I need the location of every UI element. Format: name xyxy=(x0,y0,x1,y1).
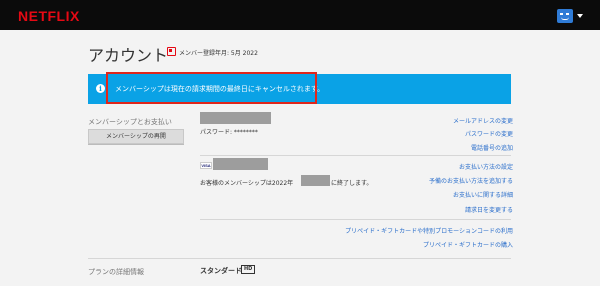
payment-details-link[interactable]: お支払いに関する詳細 xyxy=(453,190,513,199)
restart-membership-button[interactable]: メンバーシップの再開 xyxy=(88,129,184,144)
membership-end-before: お客様のメンバーシップは2022年 xyxy=(200,180,294,187)
add-phone-link[interactable]: 電話番号の追加 xyxy=(471,143,513,152)
profile-avatar-icon[interactable] xyxy=(557,9,573,23)
member-since-text: メンバー登録年月: 5月 2022 xyxy=(179,50,258,57)
info-icon: i xyxy=(96,84,105,93)
card-number-redacted xyxy=(213,158,268,170)
netflix-logo[interactable]: NETFLIX xyxy=(18,8,80,24)
visa-card-icon: VISA xyxy=(200,162,212,169)
top-bar: NETFLIX xyxy=(0,0,600,30)
divider xyxy=(200,155,511,156)
divider xyxy=(200,219,511,220)
password-text: パスワード: ******** xyxy=(200,129,258,136)
payment-method-link[interactable]: お支払い方法の設定 xyxy=(459,162,513,171)
plan-section-label: プランの詳細情報 xyxy=(88,268,144,276)
membership-end-after: に終了します。 xyxy=(331,180,373,187)
change-email-link[interactable]: メールアドレスの変更 xyxy=(453,116,513,125)
section-divider xyxy=(88,258,511,259)
page-title: アカウント xyxy=(88,46,169,65)
buy-gift-card-link[interactable]: プリペイド・ギフトカードの購入 xyxy=(423,240,513,249)
member-since-icon xyxy=(167,47,176,56)
end-date-redacted xyxy=(301,175,330,186)
caret-down-icon[interactable] xyxy=(577,14,583,18)
change-password-link[interactable]: パスワードの変更 xyxy=(465,129,513,138)
membership-section-label: メンバーシップとお支払い xyxy=(88,118,172,126)
red-highlight-box xyxy=(106,72,317,104)
hd-badge: HD xyxy=(241,265,256,274)
plan-name: スタンダード xyxy=(200,267,242,275)
change-billing-date-link[interactable]: 請求日を変更する xyxy=(465,205,513,214)
backup-payment-link[interactable]: 予備のお支払い方法を追加する xyxy=(429,176,513,185)
email-redacted xyxy=(200,112,271,124)
redeem-gift-link[interactable]: プリペイド・ギフトカードや特別プロモーションコードの利用 xyxy=(345,226,513,235)
